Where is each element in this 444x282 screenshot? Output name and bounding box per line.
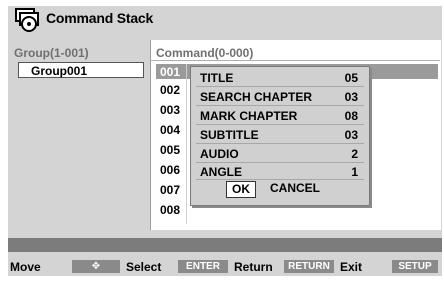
disc-stack-icon (15, 8, 39, 32)
group-item[interactable]: Group001 (18, 62, 144, 78)
group-header: Group(1-001) (14, 46, 89, 60)
popup-value-mark-chapter: 08 (344, 109, 358, 123)
command-row[interactable]: 001 (160, 64, 180, 80)
command-row[interactable]: 004 (160, 122, 180, 138)
command-header: Command(0-000) (156, 46, 254, 60)
footer-help: Move ✥ Select ENTER Return RETURN Exit S… (0, 258, 444, 276)
popup-item-mark-chapter[interactable]: MARK CHAPTER (200, 108, 297, 124)
popup-item-title[interactable]: TITLE (200, 70, 233, 86)
move-label: Move (10, 260, 41, 274)
enter-key: ENTER (178, 260, 228, 273)
window-title: Command Stack (46, 10, 154, 26)
select-label: Select (126, 260, 162, 274)
popup-divider (196, 143, 364, 144)
popup-item-audio[interactable]: AUDIO (200, 146, 239, 162)
header-divider (150, 60, 440, 61)
popup-value-audio: 2 (351, 147, 358, 161)
setup-key: SETUP (392, 260, 438, 273)
popup-divider (196, 179, 364, 180)
command-row[interactable]: 006 (160, 162, 180, 178)
popup-value-angle: 1 (351, 165, 358, 179)
popup-value-search-chapter: 03 (344, 90, 358, 104)
ok-button[interactable]: OK (226, 181, 256, 198)
return-label: Return (234, 260, 273, 274)
popup-divider (196, 105, 364, 106)
command-row[interactable]: 002 (160, 82, 180, 98)
column-divider (186, 64, 187, 224)
status-bar (8, 238, 442, 252)
popup-item-subtitle[interactable]: SUBTITLE (200, 127, 259, 143)
popup-value-subtitle: 03 (344, 128, 358, 142)
command-row[interactable]: 005 (160, 142, 180, 158)
popup-divider (196, 86, 364, 87)
four-way-arrow-icon: ✥ (72, 260, 120, 273)
cancel-button[interactable]: CANCEL (270, 181, 320, 196)
popup-divider (196, 124, 364, 125)
command-row[interactable]: 003 (160, 102, 180, 118)
command-row[interactable]: 008 (160, 202, 180, 218)
command-row[interactable]: 007 (160, 182, 180, 198)
popup-divider (196, 162, 364, 163)
popup-value-title: 05 (344, 71, 358, 85)
exit-label: Exit (340, 260, 363, 274)
return-key: RETURN (284, 260, 334, 273)
popup-item-search-chapter[interactable]: SEARCH CHAPTER (200, 89, 312, 105)
popup-item-angle[interactable]: ANGLE (200, 164, 242, 180)
